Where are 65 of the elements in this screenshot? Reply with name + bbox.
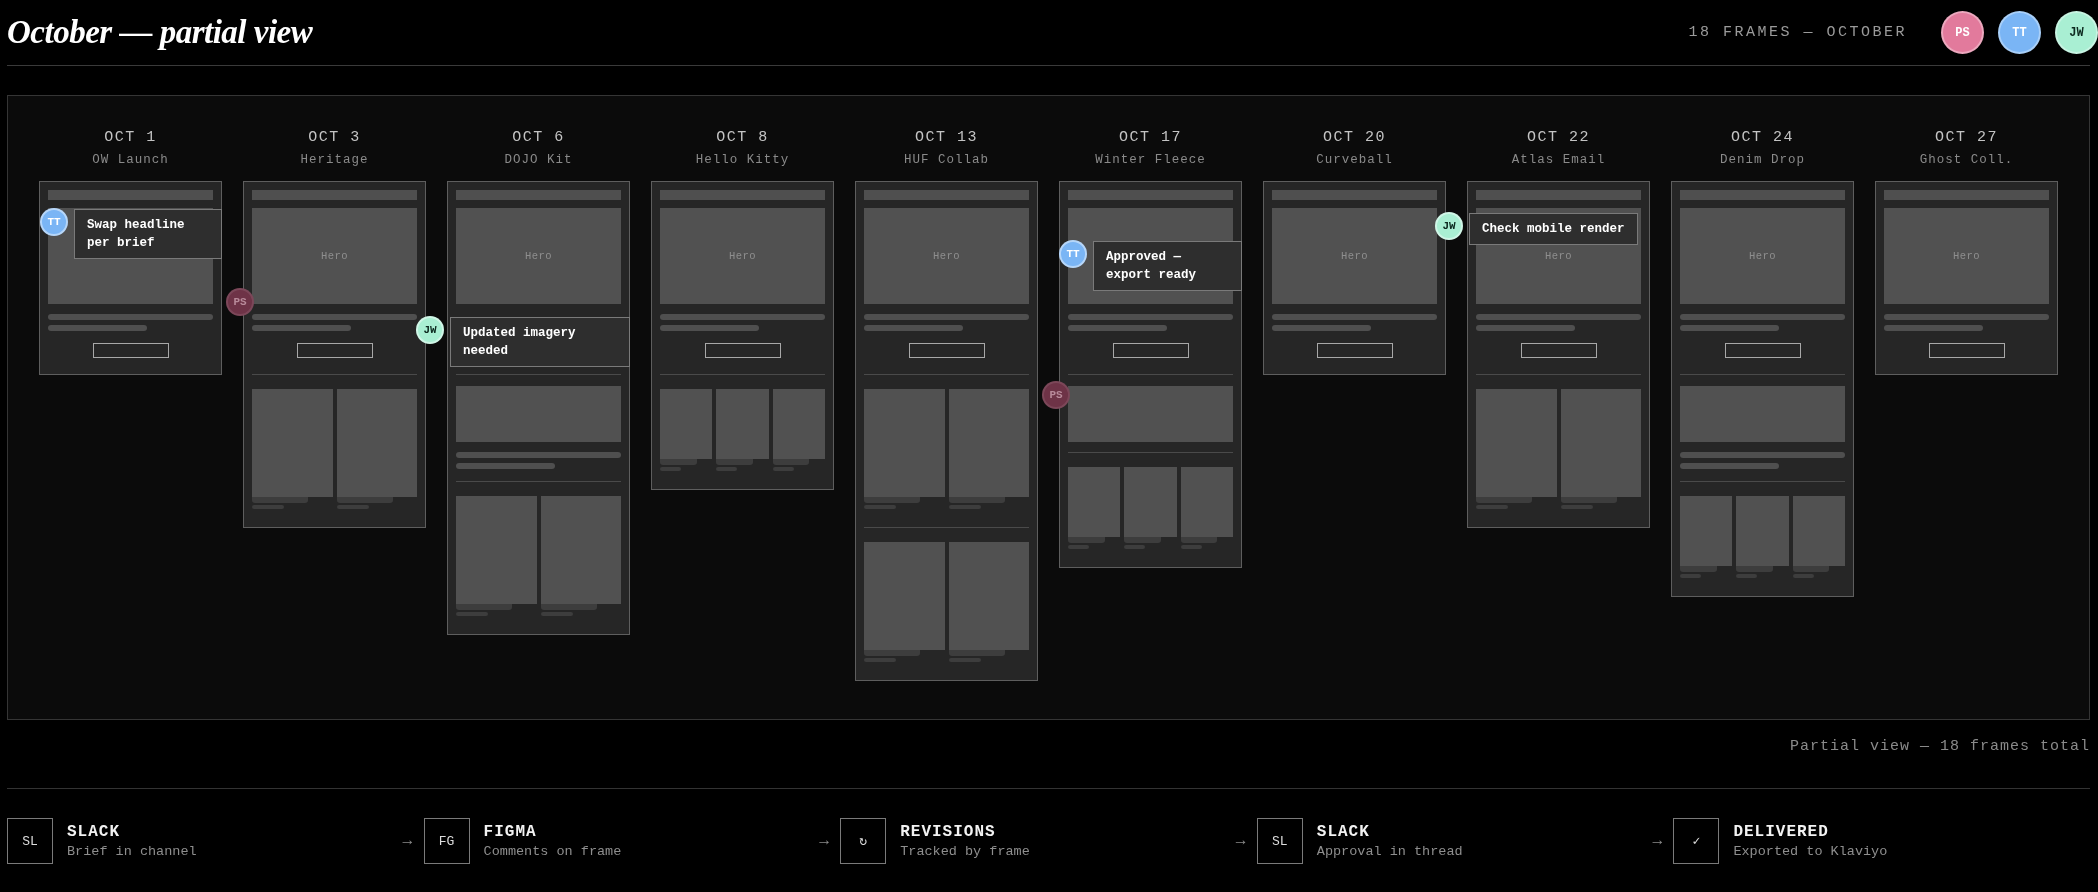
frame-date: OCT 1 (104, 129, 157, 147)
step-title: DELIVERED (1733, 823, 1830, 841)
step-subtitle: Brief in channel (67, 844, 197, 859)
step-title: SLACK (67, 823, 121, 841)
comment-tooltip: Swap headline per brief (74, 209, 222, 259)
arrow-text: → (819, 832, 830, 850)
frame-name: Denim Drop (1720, 152, 1805, 168)
step-subtitle: Comments on frame (483, 844, 622, 859)
hero-label: Hero (524, 250, 553, 262)
hero-label: Hero (1340, 250, 1369, 262)
arrow-text: → (1235, 832, 1247, 850)
user-avatar[interactable]: JW (2055, 11, 2098, 54)
email-frame[interactable]: Hero (1671, 181, 1854, 597)
comment-tooltip: Updated imagery needed (450, 317, 630, 367)
frame-date: OCT 3 (308, 129, 361, 147)
frame-name: OW Launch (92, 152, 169, 168)
frame-date: OCT 13 (915, 129, 978, 147)
frame-summary: 18 FRAMES — OCTOBER (1688, 24, 1907, 41)
frame-name: HUF Collab (904, 152, 989, 168)
frame-name: DOJO Kit (504, 152, 573, 168)
frames-note: Partial view — 18 frames total (1789, 738, 2090, 755)
frame-date: OCT 22 (1527, 129, 1590, 147)
frame-name: Hello Kitty (695, 152, 790, 168)
user-avatar[interactable]: PS (1941, 11, 1984, 54)
frame-date: OCT 6 (512, 129, 565, 147)
frame-name: Atlas Email (1511, 152, 1606, 168)
frame-name: Curveball (1316, 152, 1393, 168)
hero-label: Hero (1952, 250, 1981, 262)
step-tile: ✓ (1673, 818, 1720, 864)
frame-name: Ghost Coll. (1919, 152, 2014, 168)
hero-label: Hero (932, 250, 961, 262)
arrow-text: → (1652, 832, 1663, 850)
step-subtitle: Exported to Klaviyo (1733, 844, 1888, 859)
step-title: SLACK (1316, 823, 1371, 841)
frame-name: Winter Fleece (1095, 152, 1206, 168)
frame-name: Heritage (300, 152, 369, 168)
email-frame[interactable]: Hero (651, 181, 834, 490)
step-subtitle: Tracked by frame (900, 844, 1030, 859)
hero-label: Hero (320, 250, 349, 262)
comment-tooltip: Check mobile render (1469, 213, 1638, 245)
frame-date: OCT 8 (716, 129, 769, 147)
step-title: REVISIONS (900, 823, 997, 841)
comment-avatar[interactable]: JW (416, 316, 444, 344)
frame-date: OCT 17 (1119, 129, 1182, 147)
comment-avatar[interactable]: PS (1042, 381, 1070, 409)
step-title: FIGMA (483, 823, 538, 841)
step-subtitle: Approval in thread (1316, 844, 1463, 859)
frame-date: OCT 20 (1323, 129, 1386, 147)
user-avatar[interactable]: TT (1998, 11, 2041, 54)
comment-tooltip: Approved — export ready (1093, 241, 1242, 291)
page-title: October — partial view (7, 14, 313, 51)
step-tile: SL (1256, 818, 1303, 864)
frame-date: OCT 24 (1731, 129, 1794, 147)
step-tile: ↻ (840, 818, 887, 864)
arrow-text: → (402, 832, 414, 850)
hero-label: Hero (1544, 250, 1573, 262)
hero-label: Hero (728, 250, 757, 262)
comment-avatar[interactable]: JW (1435, 212, 1463, 240)
email-frame[interactable]: Hero (855, 181, 1038, 681)
frame-date: OCT 27 (1935, 129, 1998, 147)
hero-label: Hero (1748, 250, 1777, 262)
email-frame[interactable]: Hero (1875, 181, 2058, 375)
comment-avatar[interactable]: PS (226, 288, 254, 316)
step-tile: FG (423, 818, 470, 864)
step-tile: SL (7, 818, 53, 864)
